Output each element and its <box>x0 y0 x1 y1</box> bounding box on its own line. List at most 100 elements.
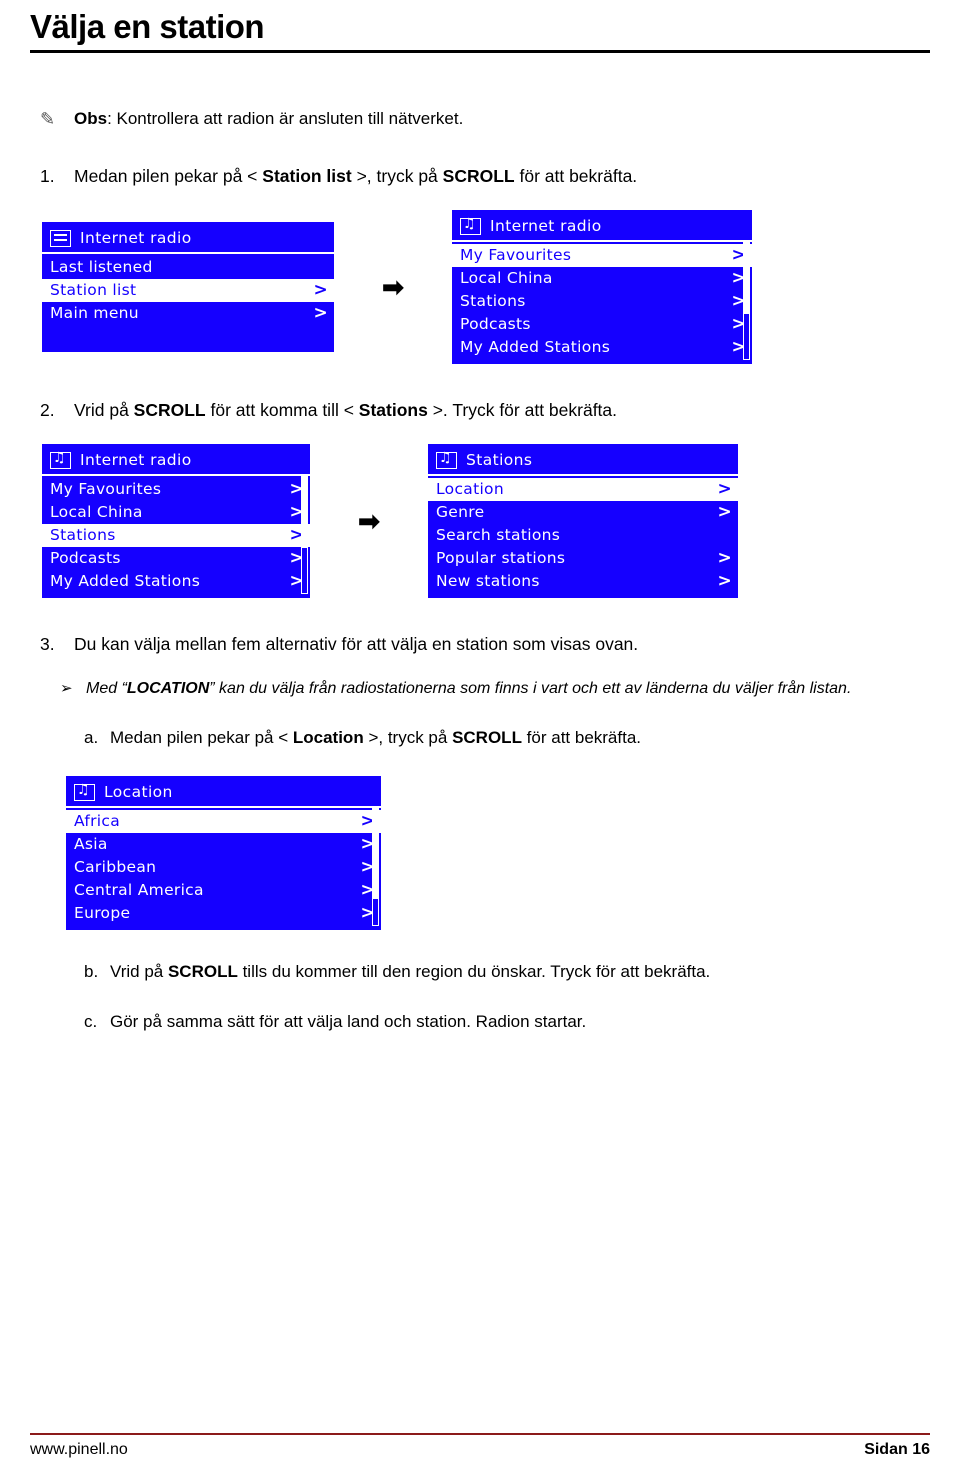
substep-c: c. Gör på samma sätt för att välja land … <box>30 1010 930 1034</box>
lcd-5-item-4-label: Europe <box>74 904 131 922</box>
lcd-3-item-3-label: Podcasts <box>50 549 121 567</box>
footer-website[interactable]: www.pinell.no <box>30 1441 128 1459</box>
lcd-5-item-2[interactable]: Caribbean > <box>66 856 381 879</box>
lcd-2-item-3-label: Podcasts <box>460 315 531 333</box>
lcd-2-scrollbar[interactable] <box>743 240 750 360</box>
lcd-3-item-3[interactable]: Podcasts > <box>42 547 310 570</box>
step-1-number: 1. <box>40 166 55 186</box>
lcd-4-item-1[interactable]: Genre > <box>428 501 738 524</box>
lcd-3-scrollbar[interactable] <box>301 474 308 594</box>
lcd-5-item-4[interactable]: Europe > <box>66 902 381 925</box>
lcd-3-header: Internet radio <box>42 448 310 476</box>
lcd-2-item-0-label: My Favourites <box>460 246 572 264</box>
lcd-2-item-3[interactable]: Podcasts > <box>452 313 752 336</box>
lcd-5-header: Location <box>66 780 381 808</box>
lcd-screen-2: Internet radio My Favourites > Local Chi… <box>452 210 752 364</box>
step-3-number: 3. <box>40 634 55 654</box>
lcd-screen-5: Location Africa > Asia > Caribbean > Cen… <box>66 776 381 930</box>
lcd-2-header: Internet radio <box>452 214 752 242</box>
lcd-4-header: Stations <box>428 448 738 476</box>
lcd-4-item-3[interactable]: Popular stations > <box>428 547 738 570</box>
lcd-4-item-4-label: New stations <box>436 572 540 590</box>
music-note-icon <box>436 450 457 469</box>
chevron-right-icon: > <box>717 548 732 568</box>
lcd-4-item-1-label: Genre <box>436 503 485 521</box>
lcd-screen-4: Stations Location > Genre > Search stati… <box>428 444 738 598</box>
lcd-5-scrollbar[interactable] <box>372 806 379 926</box>
lcd-4-item-3-label: Popular stations <box>436 549 566 567</box>
lcd-3-item-0[interactable]: My Favourites > <box>42 478 310 501</box>
arrow-right-icon: ➡ <box>382 272 404 302</box>
substep-b-text: Vrid på SCROLL tills du kommer till den … <box>110 962 711 981</box>
substep-b: b. Vrid på SCROLL tills du kommer till d… <box>30 960 930 984</box>
lcd-4-item-2[interactable]: Search stations <box>428 524 738 547</box>
lcd-1-item-1[interactable]: Station list > <box>42 279 334 302</box>
lcd-2-item-4-label: My Added Stations <box>460 338 611 356</box>
substep-a-text: Medan pilen pekar på < Location >, tryck… <box>110 728 642 747</box>
lcd-1-title: Internet radio <box>80 229 192 247</box>
location-bullet-text: Med “LOCATION” kan du välja från radiost… <box>86 680 852 697</box>
screens-row-3: Location Africa > Asia > Caribbean > Cen… <box>30 776 930 930</box>
lcd-2-item-4[interactable]: My Added Stations > <box>452 336 752 359</box>
list-icon <box>50 230 71 247</box>
lcd-screen-3: Internet radio My Favourites > Local Chi… <box>42 444 310 598</box>
chevron-right-icon: > <box>717 479 732 499</box>
lcd-5-title: Location <box>104 783 173 801</box>
chevron-right-icon: > <box>717 502 732 522</box>
lcd-3-item-4-label: My Added Stations <box>50 572 201 590</box>
lcd-3-item-2[interactable]: Stations > <box>42 524 310 547</box>
arrow-right-icon: ➡ <box>358 506 380 536</box>
lcd-4-item-0[interactable]: Location > <box>428 478 738 501</box>
lcd-5-item-3-label: Central America <box>74 881 204 899</box>
lcd-5-item-1[interactable]: Asia > <box>66 833 381 856</box>
lcd-screen-1: Internet radio Last listened Station lis… <box>42 222 334 352</box>
lcd-1-item-0[interactable]: Last listened <box>42 256 334 279</box>
chevron-right-icon: > <box>717 571 732 591</box>
footer-page-number: Sidan 16 <box>864 1441 930 1458</box>
lcd-3-item-1-label: Local China <box>50 503 143 521</box>
lcd-5-item-0[interactable]: Africa > <box>66 810 381 833</box>
step-1: 1. Medan pilen pekar på < Station list >… <box>30 164 930 188</box>
flow-arrow-2: ➡ <box>310 508 428 534</box>
lcd-1-item-1-label: Station list <box>50 281 137 299</box>
lcd-2-title: Internet radio <box>490 217 602 235</box>
screens-row-1: Internet radio Last listened Station lis… <box>30 210 930 364</box>
note-body: : Kontrollera att radion är ansluten til… <box>107 109 464 128</box>
note-prefix: Obs <box>74 109 108 128</box>
lcd-3-item-1[interactable]: Local China > <box>42 501 310 524</box>
substep-a-letter: a. <box>84 728 99 747</box>
footer-divider <box>30 1433 930 1435</box>
pen-note-icon: ✎ <box>40 109 56 129</box>
step-2-text: Vrid på SCROLL för att komma till < Stat… <box>74 400 618 420</box>
lcd-2-item-1[interactable]: Local China > <box>452 267 752 290</box>
substep-a: a. Medan pilen pekar på < Location >, tr… <box>30 726 930 750</box>
lcd-1-item-2[interactable]: Main menu > <box>42 302 334 325</box>
lcd-3-item-0-label: My Favourites <box>50 480 162 498</box>
music-note-icon <box>74 782 95 801</box>
lcd-2-item-1-label: Local China <box>460 269 553 287</box>
lcd-2-item-2-label: Stations <box>460 292 526 310</box>
lcd-3-item-4[interactable]: My Added Stations > <box>42 570 310 593</box>
step-3-text: Du kan välja mellan fem alternativ för a… <box>74 634 639 654</box>
lcd-5-item-0-label: Africa <box>74 812 121 830</box>
step-1-text: Medan pilen pekar på < Station list >, t… <box>74 166 638 186</box>
lcd-2-item-2[interactable]: Stations > <box>452 290 752 313</box>
lcd-4-item-4[interactable]: New stations > <box>428 570 738 593</box>
lcd-1-item-0-label: Last listened <box>50 258 153 276</box>
title-divider <box>30 50 930 53</box>
flow-arrow-1: ➡ <box>334 274 452 300</box>
music-note-icon <box>50 450 71 469</box>
screens-row-2: Internet radio My Favourites > Local Chi… <box>30 444 930 598</box>
lcd-1-item-2-label: Main menu <box>50 304 139 322</box>
lcd-5-item-3[interactable]: Central America > <box>66 879 381 902</box>
arrow-bullet-icon: ➢ <box>60 680 73 697</box>
note-text: Obs: Kontrollera att radion är ansluten … <box>74 108 463 130</box>
lcd-4-item-0-label: Location <box>436 480 504 498</box>
substep-c-text: Gör på samma sätt för att välja land och… <box>110 1012 587 1031</box>
page-footer: www.pinell.no Sidan 16 <box>30 1433 930 1459</box>
lcd-2-item-0[interactable]: My Favourites > <box>452 244 752 267</box>
lcd-5-item-2-label: Caribbean <box>74 858 157 876</box>
lcd-3-item-2-label: Stations <box>50 526 116 544</box>
lcd-3-title: Internet radio <box>80 451 192 469</box>
page-title: Välja en station <box>30 8 265 45</box>
